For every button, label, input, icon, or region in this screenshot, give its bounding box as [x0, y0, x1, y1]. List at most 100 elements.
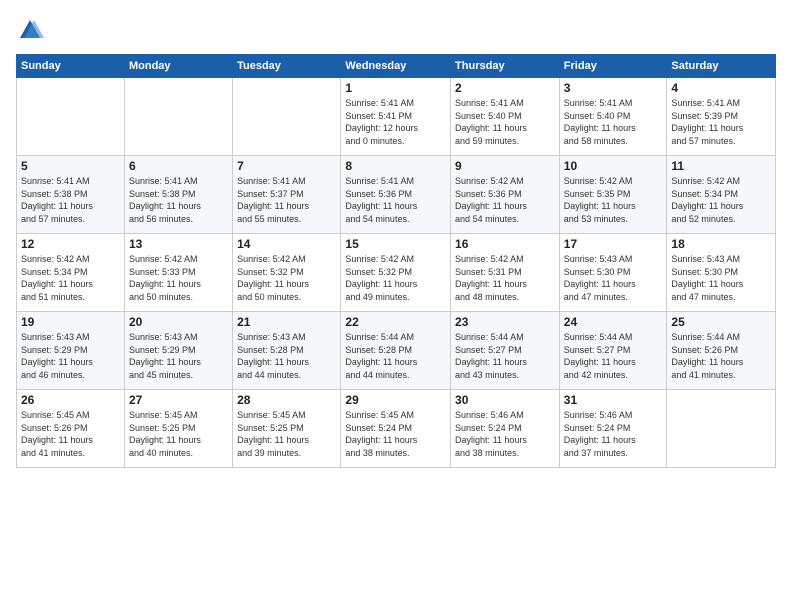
day-info: Sunrise: 5:41 AM Sunset: 5:36 PM Dayligh…	[345, 175, 446, 225]
day-info: Sunrise: 5:45 AM Sunset: 5:25 PM Dayligh…	[237, 409, 336, 459]
day-number: 10	[564, 159, 663, 173]
calendar-cell	[124, 78, 232, 156]
day-number: 7	[237, 159, 336, 173]
calendar-cell: 13 Sunrise: 5:42 AM Sunset: 5:33 PM Dayli…	[124, 234, 232, 312]
day-number: 19	[21, 315, 120, 329]
day-number: 6	[129, 159, 228, 173]
day-info: Sunrise: 5:42 AM Sunset: 5:35 PM Dayligh…	[564, 175, 663, 225]
calendar-cell	[17, 78, 125, 156]
calendar-cell: 3Sunrise: 5:41 AM Sunset: 5:40 PM Daylig…	[559, 78, 667, 156]
calendar-cell: 29 Sunrise: 5:45 AM Sunset: 5:24 PM Dayli…	[341, 390, 451, 468]
calendar-cell: 6 Sunrise: 5:41 AM Sunset: 5:38 PM Daylig…	[124, 156, 232, 234]
calendar-cell: 31Sunrise: 5:46 AM Sunset: 5:24 PM Dayli…	[559, 390, 667, 468]
calendar-cell: 12 Sunrise: 5:42 AM Sunset: 5:34 PM Dayli…	[17, 234, 125, 312]
calendar-cell: 16 Sunrise: 5:42 AM Sunset: 5:31 PM Dayli…	[451, 234, 560, 312]
calendar-table: SundayMondayTuesdayWednesdayThursdayFrid…	[16, 54, 776, 468]
calendar-header-row: SundayMondayTuesdayWednesdayThursdayFrid…	[17, 55, 776, 78]
day-number: 5	[21, 159, 120, 173]
day-number: 13	[129, 237, 228, 251]
calendar-cell: 25 Sunrise: 5:44 AM Sunset: 5:26 PM Dayli…	[667, 312, 776, 390]
day-info: Sunrise: 5:41 AM Sunset: 5:38 PM Dayligh…	[21, 175, 120, 225]
day-info: Sunrise: 5:43 AM Sunset: 5:29 PM Dayligh…	[129, 331, 228, 381]
day-number: 21	[237, 315, 336, 329]
calendar-cell: 21 Sunrise: 5:43 AM Sunset: 5:28 PM Dayli…	[233, 312, 341, 390]
calendar-cell: 2 Sunrise: 5:41 AM Sunset: 5:40 PM Daylig…	[451, 78, 560, 156]
day-number: 8	[345, 159, 446, 173]
weekday-header: Thursday	[451, 55, 560, 78]
weekday-header: Monday	[124, 55, 232, 78]
calendar-cell: 11 Sunrise: 5:42 AM Sunset: 5:34 PM Dayli…	[667, 156, 776, 234]
day-number: 14	[237, 237, 336, 251]
calendar-cell: 14 Sunrise: 5:42 AM Sunset: 5:32 PM Dayli…	[233, 234, 341, 312]
day-number: 26	[21, 393, 120, 407]
day-info: Sunrise: 5:41 AM Sunset: 5:38 PM Dayligh…	[129, 175, 228, 225]
weekday-header: Sunday	[17, 55, 125, 78]
calendar-cell: 26 Sunrise: 5:45 AM Sunset: 5:26 PM Dayli…	[17, 390, 125, 468]
day-info: Sunrise: 5:43 AM Sunset: 5:28 PM Dayligh…	[237, 331, 336, 381]
day-number: 12	[21, 237, 120, 251]
day-info: Sunrise: 5:41 AM Sunset: 5:40 PM Dayligh…	[564, 97, 663, 147]
day-info: Sunrise: 5:41 AM Sunset: 5:40 PM Dayligh…	[455, 97, 555, 147]
calendar-cell: 28Sunrise: 5:45 AM Sunset: 5:25 PM Dayli…	[233, 390, 341, 468]
day-info: Sunrise: 5:44 AM Sunset: 5:26 PM Dayligh…	[671, 331, 771, 381]
day-info: Sunrise: 5:45 AM Sunset: 5:24 PM Dayligh…	[345, 409, 446, 459]
day-info: Sunrise: 5:44 AM Sunset: 5:27 PM Dayligh…	[455, 331, 555, 381]
day-number: 9	[455, 159, 555, 173]
calendar-cell: 20 Sunrise: 5:43 AM Sunset: 5:29 PM Dayli…	[124, 312, 232, 390]
calendar-cell: 27 Sunrise: 5:45 AM Sunset: 5:25 PM Dayli…	[124, 390, 232, 468]
day-number: 22	[345, 315, 446, 329]
day-number: 25	[671, 315, 771, 329]
day-info: Sunrise: 5:43 AM Sunset: 5:30 PM Dayligh…	[564, 253, 663, 303]
calendar-week-row: 26 Sunrise: 5:45 AM Sunset: 5:26 PM Dayli…	[17, 390, 776, 468]
day-info: Sunrise: 5:45 AM Sunset: 5:25 PM Dayligh…	[129, 409, 228, 459]
day-number: 4	[671, 81, 771, 95]
day-info: Sunrise: 5:46 AM Sunset: 5:24 PM Dayligh…	[564, 409, 663, 459]
calendar-page: SundayMondayTuesdayWednesdayThursdayFrid…	[0, 0, 792, 612]
day-info: Sunrise: 5:42 AM Sunset: 5:34 PM Dayligh…	[21, 253, 120, 303]
calendar-cell: 22 Sunrise: 5:44 AM Sunset: 5:28 PM Dayli…	[341, 312, 451, 390]
day-info: Sunrise: 5:45 AM Sunset: 5:26 PM Dayligh…	[21, 409, 120, 459]
weekday-header: Wednesday	[341, 55, 451, 78]
day-info: Sunrise: 5:42 AM Sunset: 5:32 PM Dayligh…	[237, 253, 336, 303]
day-info: Sunrise: 5:44 AM Sunset: 5:28 PM Dayligh…	[345, 331, 446, 381]
day-number: 2	[455, 81, 555, 95]
day-info: Sunrise: 5:42 AM Sunset: 5:31 PM Dayligh…	[455, 253, 555, 303]
day-number: 16	[455, 237, 555, 251]
calendar-cell: 8 Sunrise: 5:41 AM Sunset: 5:36 PM Daylig…	[341, 156, 451, 234]
day-number: 18	[671, 237, 771, 251]
calendar-week-row: 5 Sunrise: 5:41 AM Sunset: 5:38 PM Daylig…	[17, 156, 776, 234]
day-info: Sunrise: 5:43 AM Sunset: 5:29 PM Dayligh…	[21, 331, 120, 381]
calendar-cell	[667, 390, 776, 468]
day-number: 11	[671, 159, 771, 173]
day-info: Sunrise: 5:42 AM Sunset: 5:36 PM Dayligh…	[455, 175, 555, 225]
day-info: Sunrise: 5:41 AM Sunset: 5:41 PM Dayligh…	[345, 97, 446, 147]
day-number: 30	[455, 393, 555, 407]
calendar-cell: 24 Sunrise: 5:44 AM Sunset: 5:27 PM Dayli…	[559, 312, 667, 390]
calendar-week-row: 12 Sunrise: 5:42 AM Sunset: 5:34 PM Dayli…	[17, 234, 776, 312]
calendar-cell: 30Sunrise: 5:46 AM Sunset: 5:24 PM Dayli…	[451, 390, 560, 468]
calendar-cell: 15Sunrise: 5:42 AM Sunset: 5:32 PM Dayli…	[341, 234, 451, 312]
calendar-cell: 7Sunrise: 5:41 AM Sunset: 5:37 PM Daylig…	[233, 156, 341, 234]
day-number: 15	[345, 237, 446, 251]
calendar-cell: 18 Sunrise: 5:43 AM Sunset: 5:30 PM Dayli…	[667, 234, 776, 312]
day-number: 20	[129, 315, 228, 329]
calendar-cell: 1 Sunrise: 5:41 AM Sunset: 5:41 PM Daylig…	[341, 78, 451, 156]
day-number: 23	[455, 315, 555, 329]
day-number: 24	[564, 315, 663, 329]
calendar-cell	[233, 78, 341, 156]
day-number: 27	[129, 393, 228, 407]
day-info: Sunrise: 5:42 AM Sunset: 5:34 PM Dayligh…	[671, 175, 771, 225]
day-number: 29	[345, 393, 446, 407]
day-number: 1	[345, 81, 446, 95]
day-info: Sunrise: 5:42 AM Sunset: 5:33 PM Dayligh…	[129, 253, 228, 303]
logo	[16, 16, 48, 44]
day-info: Sunrise: 5:43 AM Sunset: 5:30 PM Dayligh…	[671, 253, 771, 303]
calendar-cell: 23 Sunrise: 5:44 AM Sunset: 5:27 PM Dayli…	[451, 312, 560, 390]
weekday-header: Friday	[559, 55, 667, 78]
calendar-cell: 10 Sunrise: 5:42 AM Sunset: 5:35 PM Dayli…	[559, 156, 667, 234]
day-info: Sunrise: 5:44 AM Sunset: 5:27 PM Dayligh…	[564, 331, 663, 381]
weekday-header: Tuesday	[233, 55, 341, 78]
calendar-cell: 4 Sunrise: 5:41 AM Sunset: 5:39 PM Daylig…	[667, 78, 776, 156]
day-info: Sunrise: 5:41 AM Sunset: 5:39 PM Dayligh…	[671, 97, 771, 147]
calendar-cell: 17Sunrise: 5:43 AM Sunset: 5:30 PM Dayli…	[559, 234, 667, 312]
